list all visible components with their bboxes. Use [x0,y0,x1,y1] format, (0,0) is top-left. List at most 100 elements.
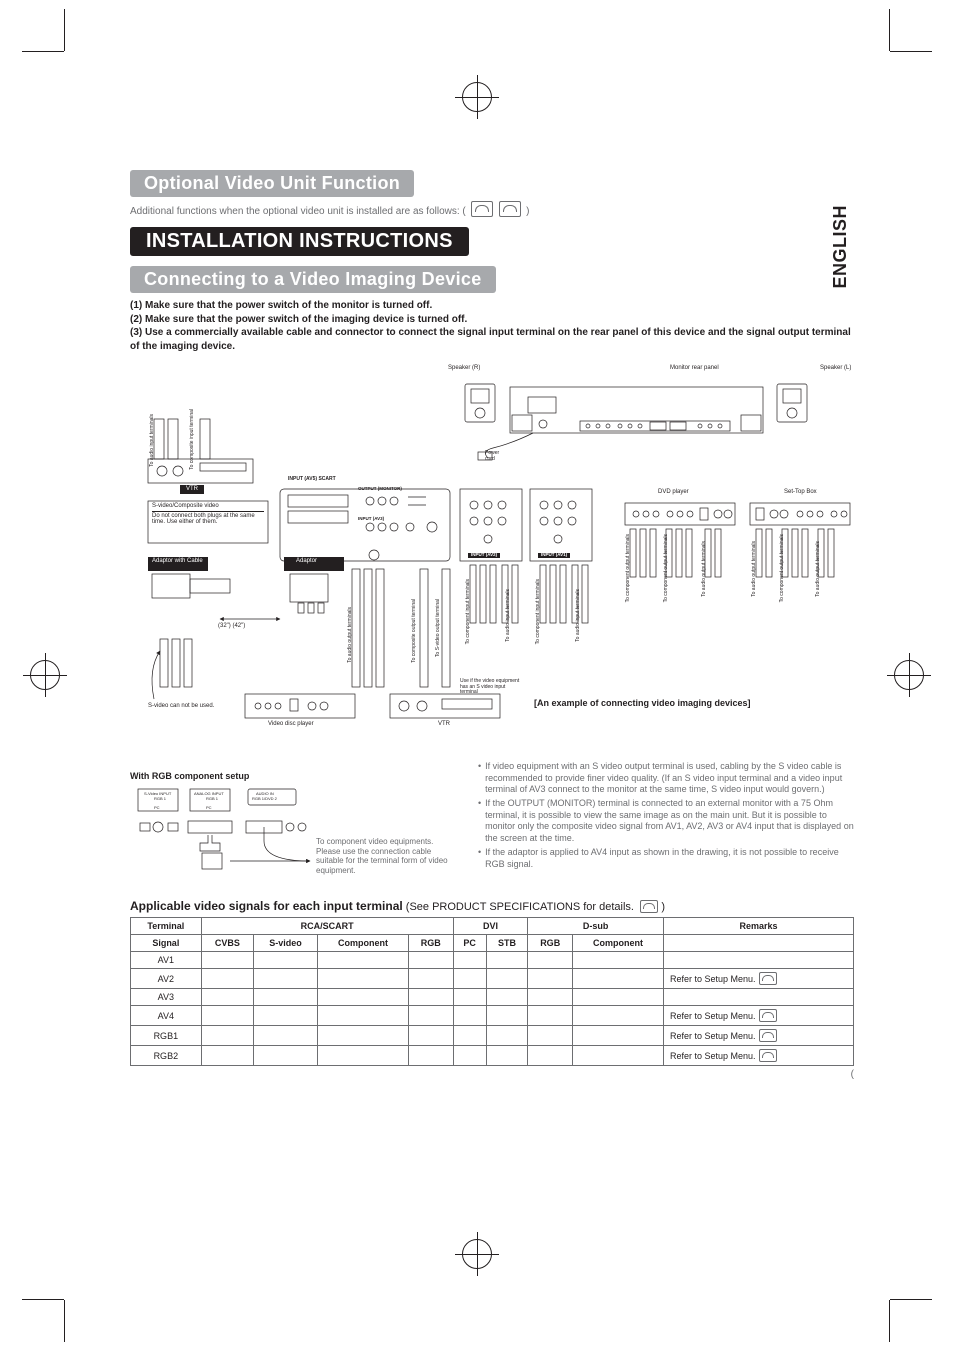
label-dvd-component-out: To component output terminals [626,534,632,602]
label-to-audio-in-av1: To audio input terminals [576,589,582,642]
section-install: INSTALLATION INSTRUCTIONS [130,227,469,256]
remark-rgb1: Refer to Setup Menu. [670,1031,756,1041]
svg-text:RGB 1: RGB 1 [206,796,219,801]
section-optional-video: Optional Video Unit Function [130,170,414,197]
th-remarks: Remarks [664,918,854,935]
label-to-composite-input: To composite input terminal [190,409,196,470]
label-to-audio-input: To audio input terminals [150,414,156,467]
th-dvi: DVI [453,918,528,935]
connection-diagram: Speaker (R) Monitor rear panel Speaker (… [130,359,854,759]
label-speaker-r: Speaker (R) [448,365,480,372]
label-svideo-na: S-video can not be used. [148,703,218,710]
page-ref-icon [759,1029,777,1042]
label-input-av1: INPUT (AV1) [538,553,570,558]
instruction-2: (2) Make sure that the power switch of t… [130,313,854,327]
rgb-caption: To component video equipments. Please us… [316,837,456,875]
diagram-example-caption: [An example of connecting video imaging … [534,699,751,709]
th-rgb2: RGB [528,935,573,952]
th-remarks-blank [664,935,854,952]
instruction-3: (3) Use a commercially available cable a… [130,326,854,353]
note-2: If the OUTPUT (MONITOR) terminal is conn… [485,798,854,845]
label-stb-component-out: To component output terminals [780,534,786,602]
section-connecting: Connecting to a Video Imaging Device [130,266,496,293]
note-3: If the adaptor is applied to AV4 input a… [485,847,854,870]
th-component2: Component [573,935,664,952]
note-1: If video equipment with an S video outpu… [485,761,854,796]
label-vtr-2: VTR [438,721,450,728]
th-rgb: RGB [408,935,453,952]
page-ref-icon [759,972,777,985]
registration-mark-icon [894,660,924,690]
th-rca: RCA/SCART [201,918,453,935]
label-to-audio-output: To audio output terminals [348,607,354,663]
svg-text:RGB 1/DVD 2: RGB 1/DVD 2 [252,796,278,801]
svg-text:PC: PC [154,805,160,810]
th-signal: Signal [131,935,202,952]
label-to-component-in-av1: To component input terminals [536,579,542,644]
label-svideo-tip: Use if the video equipment has an S vide… [460,679,520,696]
label-dvd-player: DVD player [658,489,689,496]
intro-text: Additional functions when the optional v… [130,201,854,217]
page-ref-icon [640,900,658,913]
row-rgb1: RGB1 [131,1026,202,1046]
th-pc: PC [453,935,486,952]
th-terminal: Terminal [131,918,202,935]
th-cvbs: CVBS [201,935,253,952]
label-speaker-l: Speaker (L) [820,365,851,372]
label-video-disc-player: Video disc player [268,721,314,728]
row-av1: AV1 [131,952,202,969]
label-adaptor-cable: Adaptor with Cable [152,558,203,565]
label-power-cord: Power cord [485,451,507,462]
table-subtitle: (See PRODUCT SPECIFICATIONS for details. [403,901,634,913]
label-input-av3: INPUT (AV3) [358,517,384,522]
instruction-1: (1) Make sure that the power switch of t… [130,299,854,313]
intro-close: ) [526,206,529,217]
svg-text:RGB 1: RGB 1 [154,796,167,801]
label-dvd-component-out2: To component output terminals [664,534,670,602]
page-ref-icon [471,201,493,217]
label-to-component-in-av2: To component input terminals [466,579,472,644]
registration-mark-icon [462,1239,492,1269]
label-output-monitor: OUTPUT (MONITOR) [358,487,402,492]
registration-mark-icon [462,82,492,112]
rgb-setup-heading: With RGB component setup [130,771,460,781]
label-monitor-rear: Monitor rear panel [670,365,719,372]
label-input-av2: INPUT (AV2) [468,553,500,558]
th-dsub: D-sub [528,918,664,935]
label-to-composite-output: To composite output terminal [412,599,418,663]
label-adaptor: Adaptor [296,558,317,565]
table-title: Applicable video signals for each input … [130,899,403,913]
label-dvd-audio-out: To audio output terminals [702,541,708,597]
remark-av4: Refer to Setup Menu. [670,1011,756,1021]
label-stb-audio-out: To audio output terminals [752,541,758,597]
label-svideo-composite: S-video/Composite video [152,503,264,512]
label-vtr: VTR [180,485,204,494]
remark-av2: Refer to Setup Menu. [670,974,756,984]
label-no-both-plugs: Do not connect both plugs at the same ti… [152,513,264,526]
th-svideo: S-video [254,935,318,952]
row-rgb2: RGB2 [131,1046,202,1066]
intro-label: Additional functions when the optional v… [130,206,466,217]
label-to-svideo-output: To S-video output terminal [436,599,442,657]
page-ref-icon [759,1049,777,1062]
label-stb-audio-out2: To audio output terminals [816,541,822,597]
label-to-audio-in-av2: To audio input terminals [506,589,512,642]
bullet-icon: • [478,798,481,845]
svg-text:PC: PC [206,805,212,810]
label-sizes: (32") (42") [218,623,245,630]
th-component: Component [318,935,409,952]
registration-mark-icon [30,660,60,690]
th-stb: STB [486,935,528,952]
trailing-paren: ( [130,1069,854,1080]
row-av4: AV4 [131,1006,202,1026]
label-input-scart: INPUT (AV5) SCART [288,477,336,483]
page-ref-icon [759,1009,777,1022]
signal-table: Terminal RCA/SCART DVI D-sub Remarks Sig… [130,917,854,1066]
remark-rgb2: Refer to Setup Menu. [670,1051,756,1061]
row-av2: AV2 [131,969,202,989]
page-ref-icon [499,201,521,217]
bullet-icon: • [478,761,481,796]
bullet-icon: • [478,847,481,870]
label-set-top-box: Set-Top Box [784,489,817,496]
table-subtitle-close: ) [658,901,665,913]
